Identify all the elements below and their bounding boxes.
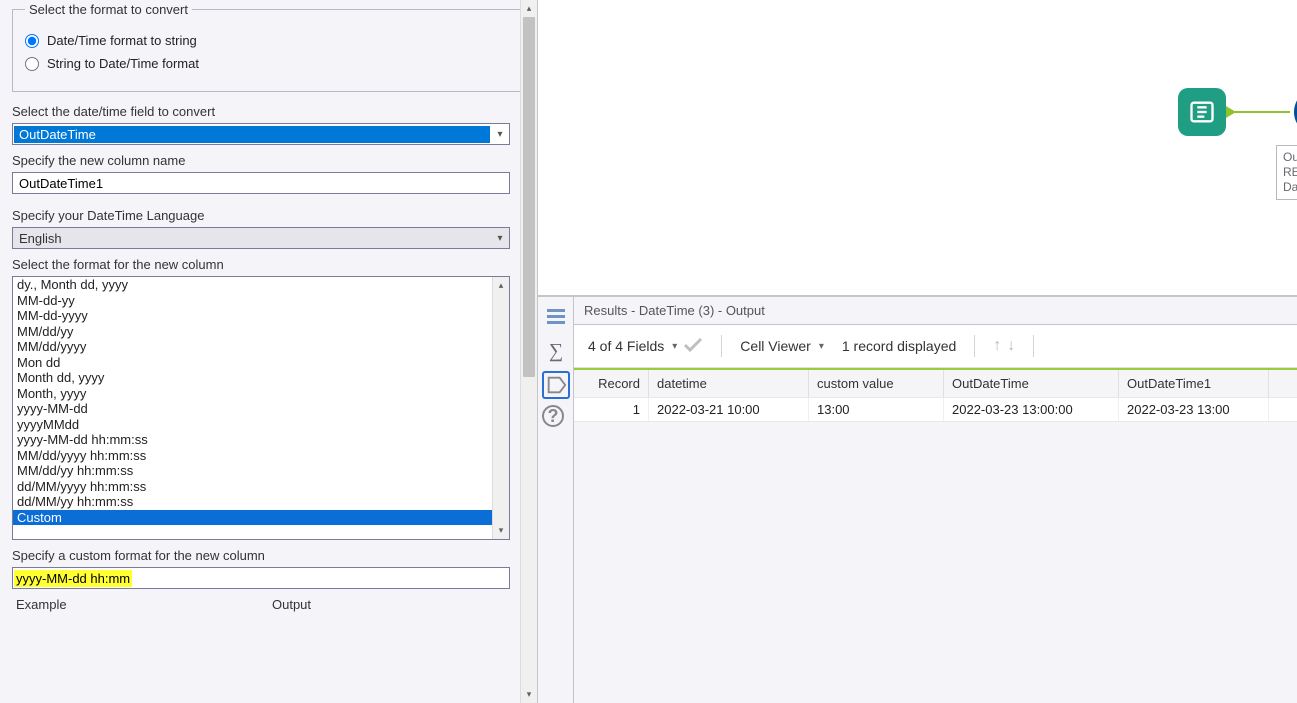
cell-custom-value: 13:00 bbox=[809, 398, 944, 421]
output-anchor-icon[interactable] bbox=[542, 371, 570, 399]
format-option[interactable]: dy., Month dd, yyyy bbox=[13, 277, 492, 293]
output-port[interactable] bbox=[1226, 106, 1236, 118]
scroll-thumb[interactable] bbox=[523, 17, 535, 377]
table-header: Record datetime custom value OutDateTime… bbox=[574, 370, 1297, 398]
cell-outdatetime1: 2022-03-23 13:00 bbox=[1119, 398, 1269, 421]
connector bbox=[1228, 111, 1290, 113]
chevron-down-icon: ▾ bbox=[491, 129, 509, 140]
chevron-down-icon: ▾ bbox=[819, 341, 824, 352]
format-option[interactable]: Month dd, yyyy bbox=[13, 370, 492, 386]
example-header: Example bbox=[16, 597, 272, 612]
field-select-value: OutDateTime bbox=[14, 126, 490, 143]
text-input-icon bbox=[1188, 98, 1216, 126]
col-custom-value[interactable]: custom value bbox=[809, 370, 944, 397]
scroll-down-icon[interactable]: ▾ bbox=[493, 522, 509, 539]
format-option[interactable]: MM-dd-yyyy bbox=[13, 308, 492, 324]
format-option[interactable]: yyyy-MM-dd bbox=[13, 401, 492, 417]
format-direction-group: Select the format to convert Date/Time f… bbox=[12, 2, 525, 92]
field-select-label: Select the date/time field to convert bbox=[12, 104, 525, 119]
language-label: Specify your DateTime Language bbox=[12, 208, 525, 223]
custom-format-label: Specify a custom format for the new colu… bbox=[12, 548, 525, 563]
format-list-label: Select the format for the new column bbox=[12, 257, 525, 272]
output-header: Output bbox=[272, 597, 311, 612]
cell-outdatetime: 2022-03-23 13:00:00 bbox=[944, 398, 1119, 421]
format-option[interactable]: Mon dd bbox=[13, 355, 492, 371]
format-option[interactable]: Month, yyyy bbox=[13, 386, 492, 402]
format-option[interactable]: yyyyMMdd bbox=[13, 417, 492, 433]
format-option[interactable]: Custom bbox=[13, 510, 492, 526]
format-option[interactable]: MM/dd/yyyy hh:mm:ss bbox=[13, 448, 492, 464]
workflow-panel: OutDateTime = REGEX_Replace( DateTimeAdd… bbox=[538, 0, 1297, 703]
radio-string-to-datetime[interactable]: String to Date/Time format bbox=[25, 56, 512, 71]
node-text-input[interactable] bbox=[1178, 88, 1226, 136]
format-option[interactable]: dd/MM/yyyy hh:mm:ss bbox=[13, 479, 492, 495]
format-option[interactable]: MM/dd/yy bbox=[13, 324, 492, 340]
newcol-input[interactable] bbox=[12, 172, 510, 194]
radio-to-string-label: Date/Time format to string bbox=[47, 33, 197, 48]
help-icon[interactable]: ? bbox=[542, 405, 564, 427]
scroll-down-icon[interactable]: ▾ bbox=[521, 686, 537, 703]
cell-record: 1 bbox=[574, 398, 649, 421]
fields-selector[interactable]: 4 of 4 Fields ▾ bbox=[588, 337, 703, 356]
record-count: 1 record displayed bbox=[842, 338, 956, 354]
scroll-up-icon[interactable]: ▴ bbox=[493, 277, 509, 294]
cell-datetime: 2022-03-21 10:00 bbox=[649, 398, 809, 421]
sigma-icon[interactable]: ∑ bbox=[542, 337, 570, 365]
results-table: Record datetime custom value OutDateTime… bbox=[574, 368, 1297, 422]
results-sidebar: ∑ ? bbox=[538, 297, 574, 703]
radio-datetime-to-string[interactable]: Date/Time format to string bbox=[25, 33, 512, 48]
table-row[interactable]: 1 2022-03-21 10:00 13:00 2022-03-23 13:0… bbox=[574, 398, 1297, 422]
col-datetime[interactable]: datetime bbox=[649, 370, 809, 397]
workflow-canvas[interactable]: OutDateTime = REGEX_Replace( DateTimeAdd… bbox=[538, 0, 1297, 296]
chevron-down-icon: ▾ bbox=[672, 341, 677, 352]
format-listbox-scrollbar[interactable]: ▴ ▾ bbox=[492, 277, 509, 539]
format-option[interactable]: MM/dd/yy hh:mm:ss bbox=[13, 463, 492, 479]
format-direction-legend: Select the format to convert bbox=[25, 2, 192, 17]
col-outdatetime1[interactable]: OutDateTime1 bbox=[1119, 370, 1269, 397]
config-panel: Select the format to convert Date/Time f… bbox=[0, 0, 538, 703]
radio-to-date-input[interactable] bbox=[25, 57, 39, 71]
panel-scrollbar[interactable]: ▴ ▾ bbox=[520, 0, 537, 703]
language-dropdown[interactable]: English ▾ bbox=[12, 227, 510, 249]
results-title: Results - DateTime (3) - Output bbox=[574, 297, 1297, 325]
language-value: English bbox=[13, 229, 491, 248]
format-option[interactable]: MM-dd-yy bbox=[13, 293, 492, 309]
chevron-down-icon: ▾ bbox=[491, 233, 509, 244]
format-option[interactable]: MM/dd/yyyy bbox=[13, 339, 492, 355]
messages-icon[interactable] bbox=[542, 303, 570, 331]
col-outdatetime[interactable]: OutDateTime bbox=[944, 370, 1119, 397]
newcol-label: Specify the new column name bbox=[12, 153, 525, 168]
scroll-up-icon[interactable]: ▴ bbox=[521, 0, 537, 17]
radio-to-date-label: String to Date/Time format bbox=[47, 56, 199, 71]
arrow-down-icon[interactable]: ↓ bbox=[1007, 337, 1015, 355]
custom-format-input[interactable]: yyyy-MM-dd hh:mm bbox=[12, 567, 510, 589]
radio-to-string-input[interactable] bbox=[25, 34, 39, 48]
format-option[interactable]: dd/MM/yy hh:mm:ss bbox=[13, 494, 492, 510]
custom-format-value: yyyy-MM-dd hh:mm bbox=[14, 570, 132, 587]
field-select-dropdown[interactable]: OutDateTime ▾ bbox=[12, 123, 510, 145]
arrow-up-icon[interactable]: ↑ bbox=[993, 337, 1001, 355]
node-formula-annotation: OutDateTime = REGEX_Replace( DateTimeAdd… bbox=[1276, 145, 1297, 200]
cell-viewer-selector[interactable]: Cell Viewer ▾ bbox=[740, 338, 824, 354]
check-icon bbox=[683, 337, 703, 356]
col-record[interactable]: Record bbox=[574, 370, 649, 397]
results-toolbar: 4 of 4 Fields ▾ Cell Viewer ▾ 1 record d… bbox=[574, 325, 1297, 368]
results-pane: ∑ ? Results - DateTime (3) - Output 4 of… bbox=[538, 296, 1297, 703]
format-option[interactable]: yyyy-MM-dd hh:mm:ss bbox=[13, 432, 492, 448]
format-listbox[interactable]: dy., Month dd, yyyyMM-dd-yyMM-dd-yyyyMM/… bbox=[12, 276, 510, 540]
